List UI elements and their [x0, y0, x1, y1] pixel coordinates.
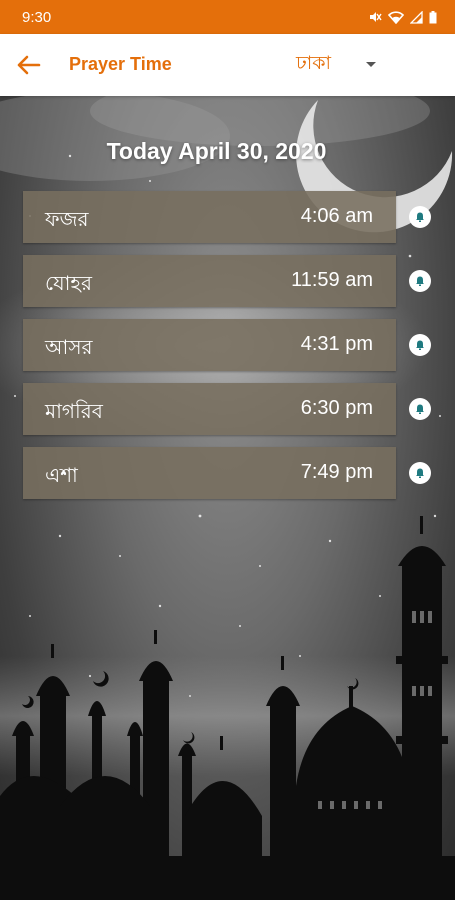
status-bar: 9:30: [0, 0, 455, 34]
prayer-row-maghrib: মাগরিব 6:30 pm: [23, 383, 455, 435]
city-dropdown[interactable]: ঢাকা: [296, 51, 386, 79]
alarm-toggle-button[interactable]: [409, 334, 431, 356]
alarm-bell-icon: [416, 404, 424, 414]
prayer-time: 7:49 pm: [300, 461, 373, 483]
page-title: Prayer Time: [69, 54, 172, 74]
prayer-card: আসর 4:31 pm: [23, 319, 396, 371]
mute-icon: [370, 12, 382, 22]
alarm-bell-icon: [416, 340, 424, 350]
city-selected-value: ঢাকা: [296, 52, 332, 74]
back-arrow-icon[interactable]: [16, 53, 42, 77]
alarm-bell-icon: [416, 212, 424, 222]
date-heading: Today April 30, 2020: [106, 138, 327, 164]
prayer-name: এশা: [45, 463, 78, 487]
signal-icon: [410, 10, 423, 24]
alarm-toggle-button[interactable]: [409, 398, 431, 420]
status-icons: [368, 10, 437, 24]
battery-icon: [429, 10, 437, 23]
prayer-row-isha: এশা 7:49 pm: [23, 447, 455, 499]
app-bar: Prayer Time ঢাকা: [0, 34, 455, 96]
wifi-icon: [388, 10, 404, 24]
prayer-name: আসর: [45, 335, 93, 359]
alarm-bell-icon: [416, 276, 424, 286]
prayer-time: 4:06 am: [300, 205, 373, 227]
prayer-time: 11:59 am: [291, 269, 373, 291]
alarm-toggle-button[interactable]: [409, 462, 431, 484]
prayer-time: 4:31 pm: [300, 333, 373, 355]
dropdown-caret-icon: [366, 62, 376, 67]
prayer-row-fajr: ফজর 4:06 am: [23, 191, 455, 243]
prayer-row-dhuhr: যোহর 11:59 am: [23, 255, 455, 307]
alarm-bell-icon: [416, 468, 424, 478]
status-time: 9:30: [22, 8, 52, 26]
prayer-name: মাগরিব: [45, 399, 103, 423]
prayer-row-asr: আসর 4:31 pm: [23, 319, 455, 371]
prayer-card: মাগরিব 6:30 pm: [23, 383, 396, 435]
alarm-toggle-button[interactable]: [409, 206, 431, 228]
prayer-time: 6:30 pm: [300, 397, 373, 419]
prayer-name: ফজর: [45, 207, 89, 231]
alarm-toggle-button[interactable]: [409, 270, 431, 292]
prayer-card: ফজর 4:06 am: [23, 191, 396, 243]
prayer-card: এশা 7:49 pm: [23, 447, 396, 499]
prayer-card: যোহর 11:59 am: [23, 255, 396, 307]
prayer-name: যোহর: [45, 271, 92, 295]
